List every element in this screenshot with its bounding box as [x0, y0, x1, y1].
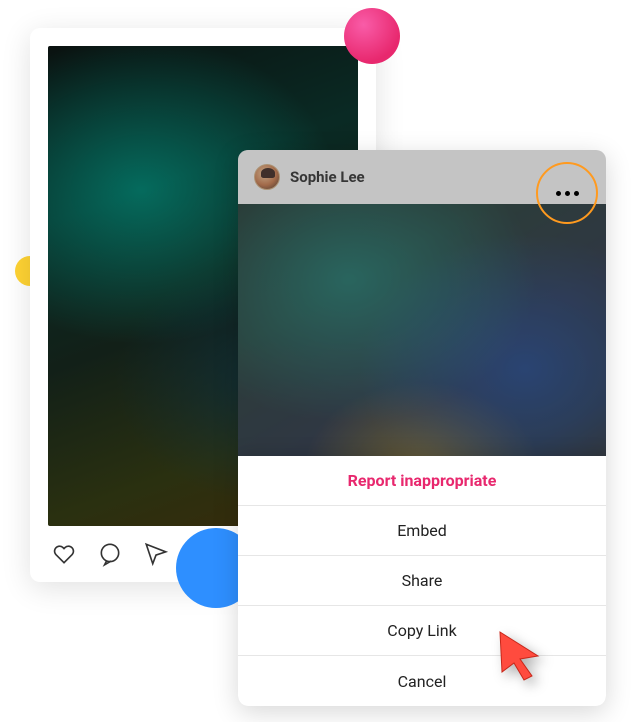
dot-icon: [556, 191, 561, 196]
avatar[interactable]: [254, 164, 280, 190]
dot-icon: [565, 191, 570, 196]
sheet-item-embed[interactable]: Embed: [238, 506, 606, 556]
sheet-item-share[interactable]: Share: [238, 556, 606, 606]
post-card-front: Sophie Lee Report inappropriate Embed Sh…: [238, 150, 606, 706]
comment-icon[interactable]: [96, 540, 124, 568]
action-sheet: Report inappropriate Embed Share Copy Li…: [238, 456, 606, 706]
sheet-item-label: Embed: [397, 521, 447, 540]
sheet-item-cancel[interactable]: Cancel: [238, 656, 606, 706]
sheet-item-copy-link[interactable]: Copy Link: [238, 606, 606, 656]
share-icon[interactable]: [142, 540, 170, 568]
decor-circle-pink: [344, 8, 400, 64]
sheet-item-label: Report inappropriate: [348, 471, 497, 490]
heart-icon[interactable]: [50, 540, 78, 568]
author-name[interactable]: Sophie Lee: [290, 168, 365, 186]
cursor-pointer-icon: [494, 628, 546, 684]
dot-icon: [574, 191, 579, 196]
more-options-button[interactable]: [536, 162, 598, 224]
sheet-item-label: Cancel: [398, 672, 447, 691]
sheet-item-label: Share: [402, 571, 443, 590]
sheet-item-label: Copy Link: [387, 621, 456, 640]
sheet-item-report[interactable]: Report inappropriate: [238, 456, 606, 506]
